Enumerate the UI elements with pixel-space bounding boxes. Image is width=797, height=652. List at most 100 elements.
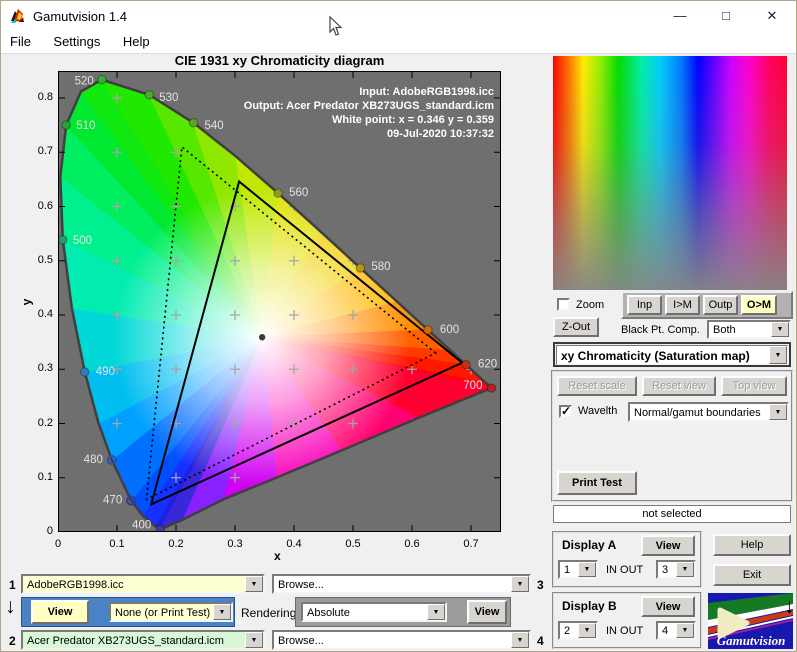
black-pt-comp-value: Both	[709, 322, 771, 337]
y-tick-label: 0.6	[19, 200, 53, 212]
rendering-label: Rendering	[241, 606, 296, 620]
y-tick-label: 0	[19, 525, 53, 537]
chromaticity-diagram[interactable]: 4004704804905005105205305405605806006207…	[58, 71, 501, 532]
x-tick-label: 0.3	[217, 538, 253, 550]
display-b-out-select[interactable]: 4 ▼	[656, 621, 696, 640]
y-tick-label: 0.5	[19, 254, 53, 266]
wavelth-checkbox[interactable]: ✓	[559, 405, 572, 418]
display-a-title: Display A	[562, 538, 616, 552]
minimize-button[interactable]: —	[667, 7, 693, 25]
chart-annotation: Output: Acer Predator XB273UGS_standard.…	[244, 100, 494, 112]
wavelength-dot	[81, 368, 89, 376]
flow-arrow-left-icon: ↓	[5, 596, 16, 618]
wavelength-dot	[356, 264, 364, 272]
display-a-in-value: 1	[560, 562, 578, 577]
wavelength-dot	[62, 121, 70, 129]
top-view-button[interactable]: Top view	[721, 376, 787, 396]
menu-file[interactable]: File	[1, 31, 40, 49]
display-a-in-select[interactable]: 1 ▼	[558, 560, 598, 579]
display-map-select[interactable]: xy Chromaticity (Saturation map) ▼	[556, 345, 788, 365]
app-window: Gamutvision 1.4 — □ ✕ File Settings Help…	[0, 0, 797, 652]
print-test-select[interactable]: None (or Print Test) ▼	[109, 602, 233, 622]
browse-output-value: Browse...	[274, 632, 511, 648]
chevron-down-icon[interactable]: ▼	[511, 632, 529, 648]
x-tick-label: 0.6	[394, 538, 430, 550]
title-bar: Gamutvision 1.4 — □ ✕	[1, 1, 796, 31]
wavelength-dot	[487, 384, 495, 392]
wavelength-dot	[156, 525, 164, 532]
chart-title: CIE 1931 xy Chromaticity diagram	[58, 53, 501, 68]
display-b-out-value: 4	[658, 623, 676, 638]
browse-input-select[interactable]: Browse... ▼	[272, 574, 531, 594]
display-a-out-select[interactable]: 3 ▼	[656, 560, 696, 579]
x-tick-label: 0.1	[99, 538, 135, 550]
zoom-checkbox[interactable]	[557, 298, 570, 311]
input-profile-select[interactable]: AdobeRGB1998.icc ▼	[21, 574, 265, 594]
chevron-down-icon[interactable]: ▼	[511, 576, 529, 592]
print-test-value: None (or Print Test)	[111, 604, 213, 620]
help-button[interactable]: Help	[713, 534, 791, 556]
input-profile-value: AdobeRGB1998.icc	[23, 576, 245, 592]
display-b-view-button[interactable]: View	[641, 596, 695, 617]
output-to-monitor-button[interactable]: O>M	[741, 295, 777, 315]
boundaries-select[interactable]: Normal/gamut boundaries ▼	[628, 402, 789, 422]
chevron-down-icon[interactable]: ▼	[676, 562, 694, 577]
wavelength-dot	[189, 119, 197, 127]
zoom-checkbox-label: Zoom	[576, 299, 604, 311]
slot3-number: 3	[537, 578, 544, 592]
z-out-button[interactable]: Z-Out	[553, 317, 599, 337]
y-tick-label: 0.3	[19, 362, 53, 374]
reset-view-button[interactable]: Reset view	[642, 376, 716, 396]
selection-status-field: not selected	[553, 505, 791, 523]
x-tick-label: 0.4	[276, 538, 312, 550]
gamut-map-preview[interactable]	[553, 56, 787, 290]
flow-arrow-right-icon: ↓	[784, 596, 795, 618]
input-to-monitor-button[interactable]: I>M	[665, 295, 700, 315]
chart-annotation: White point: x = 0.346 y = 0.359	[332, 114, 494, 126]
browse-output-select[interactable]: Browse... ▼	[272, 630, 531, 650]
x-tick-label: 0.2	[158, 538, 194, 550]
reset-scale-button[interactable]: Reset scale	[557, 376, 637, 396]
chevron-down-icon[interactable]: ▼	[578, 623, 596, 638]
print-test-button[interactable]: Print Test	[557, 471, 637, 495]
menu-help[interactable]: Help	[114, 31, 159, 49]
wavelength-dot	[462, 361, 470, 369]
chevron-down-icon[interactable]: ▼	[427, 604, 445, 620]
input-view-button[interactable]: View	[31, 600, 89, 624]
chart-annotation: Input: AdobeRGB1998.icc	[359, 86, 494, 98]
chevron-down-icon[interactable]: ▼	[676, 623, 694, 638]
menu-settings[interactable]: Settings	[44, 31, 109, 49]
wavelength-dot	[98, 75, 106, 83]
x-tick-label: 0.7	[453, 538, 489, 550]
chevron-down-icon[interactable]: ▼	[769, 404, 787, 420]
y-tick-label: 0.1	[19, 471, 53, 483]
chevron-down-icon[interactable]: ▼	[578, 562, 596, 577]
mouse-cursor	[329, 16, 343, 37]
inp-button[interactable]: Inp	[627, 295, 662, 315]
browse-input-value: Browse...	[274, 576, 511, 592]
chevron-down-icon[interactable]: ▼	[213, 604, 231, 620]
chevron-down-icon[interactable]: ▼	[245, 576, 263, 592]
wavelength-dot	[274, 189, 282, 197]
y-tick-label: 0.8	[19, 91, 53, 103]
chevron-down-icon[interactable]: ▼	[245, 632, 263, 648]
wavelength-label: 480	[84, 454, 103, 466]
wavelength-label: 560	[289, 187, 308, 199]
black-pt-comp-select[interactable]: Both ▼	[707, 320, 791, 339]
output-view-button[interactable]: View	[467, 600, 507, 624]
exit-button[interactable]: Exit	[713, 564, 791, 586]
maximize-button[interactable]: □	[713, 7, 739, 25]
chart-annotation: 09-Jul-2020 10:37:32	[387, 128, 494, 140]
wavelength-label: 530	[159, 92, 178, 104]
close-button[interactable]: ✕	[759, 7, 785, 25]
wavelength-label: 580	[371, 261, 390, 273]
outp-button[interactable]: Outp	[703, 295, 738, 315]
output-profile-select[interactable]: Acer Predator XB273UGS_standard.icm ▼	[21, 630, 265, 650]
wavelength-label: 600	[440, 324, 459, 336]
display-a-view-button[interactable]: View	[641, 535, 695, 556]
chevron-down-icon[interactable]: ▼	[769, 346, 787, 364]
chevron-down-icon[interactable]: ▼	[771, 322, 789, 337]
display-b-in-select[interactable]: 2 ▼	[558, 621, 598, 640]
rendering-intent-select[interactable]: Absolute ▼	[301, 602, 447, 622]
y-tick-label: 0.2	[19, 417, 53, 429]
